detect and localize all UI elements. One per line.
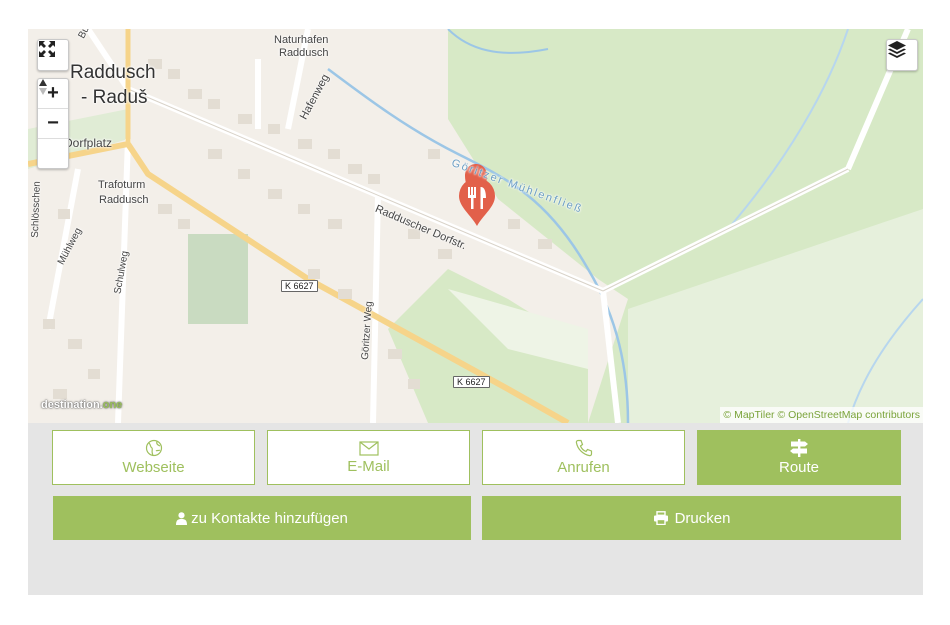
fullscreen-button[interactable] — [37, 39, 69, 71]
poi-label: Raddusch — [279, 47, 329, 59]
map-attribution[interactable]: © MapTiler © OpenStreetMap contributors — [720, 407, 923, 423]
add-contact-button[interactable]: zu Kontakte hinzufügen — [53, 496, 471, 540]
call-label: Anrufen — [557, 459, 610, 476]
route-label: Route — [778, 459, 820, 476]
logo: destination.one — [41, 399, 123, 411]
call-button[interactable]: Anrufen — [482, 430, 685, 485]
user-icon — [176, 511, 188, 525]
village-label-sorbian: - Raduš — [81, 87, 148, 108]
phone-icon — [575, 439, 592, 457]
map[interactable]: Raddusch - Raduš Naturhafen Raddusch Dor… — [28, 29, 923, 423]
print-button[interactable]: Drucken — [482, 496, 901, 540]
print-label: Drucken — [674, 509, 731, 527]
village-label: Raddusch — [70, 62, 156, 83]
globe-icon — [145, 439, 162, 457]
signpost-icon — [790, 439, 808, 457]
road-number-badge: K 6627 — [453, 376, 490, 388]
compass-button[interactable] — [38, 79, 68, 168]
poi-label: Trafoturm — [98, 179, 146, 191]
fullscreen-icon — [39, 41, 55, 57]
add-contact-label: zu Kontakte hinzufügen — [191, 509, 348, 527]
street-label: Schlösschen — [29, 180, 43, 239]
road-number-badge: K 6627 — [281, 280, 318, 292]
zoom-controls: + − — [37, 78, 69, 169]
zoom-out-button[interactable]: − — [38, 109, 68, 139]
place-label: Dorfplatz — [64, 136, 113, 150]
printer-icon — [653, 511, 668, 525]
compass-icon — [39, 79, 47, 95]
envelope-icon — [358, 440, 379, 456]
location-widget: Raddusch - Raduš Naturhafen Raddusch Dor… — [28, 29, 923, 595]
email-button[interactable]: E-Mail — [267, 430, 470, 485]
poi-label: Naturhafen — [274, 34, 329, 46]
website-button[interactable]: Webseite — [52, 430, 255, 485]
route-button[interactable]: Route — [697, 430, 901, 485]
layers-icon — [888, 41, 906, 58]
website-label: Webseite — [122, 459, 185, 476]
poi-label: Raddusch — [99, 194, 149, 206]
layers-button[interactable] — [886, 39, 918, 71]
email-label: E-Mail — [347, 457, 390, 475]
restaurant-marker-icon[interactable] — [456, 177, 498, 227]
